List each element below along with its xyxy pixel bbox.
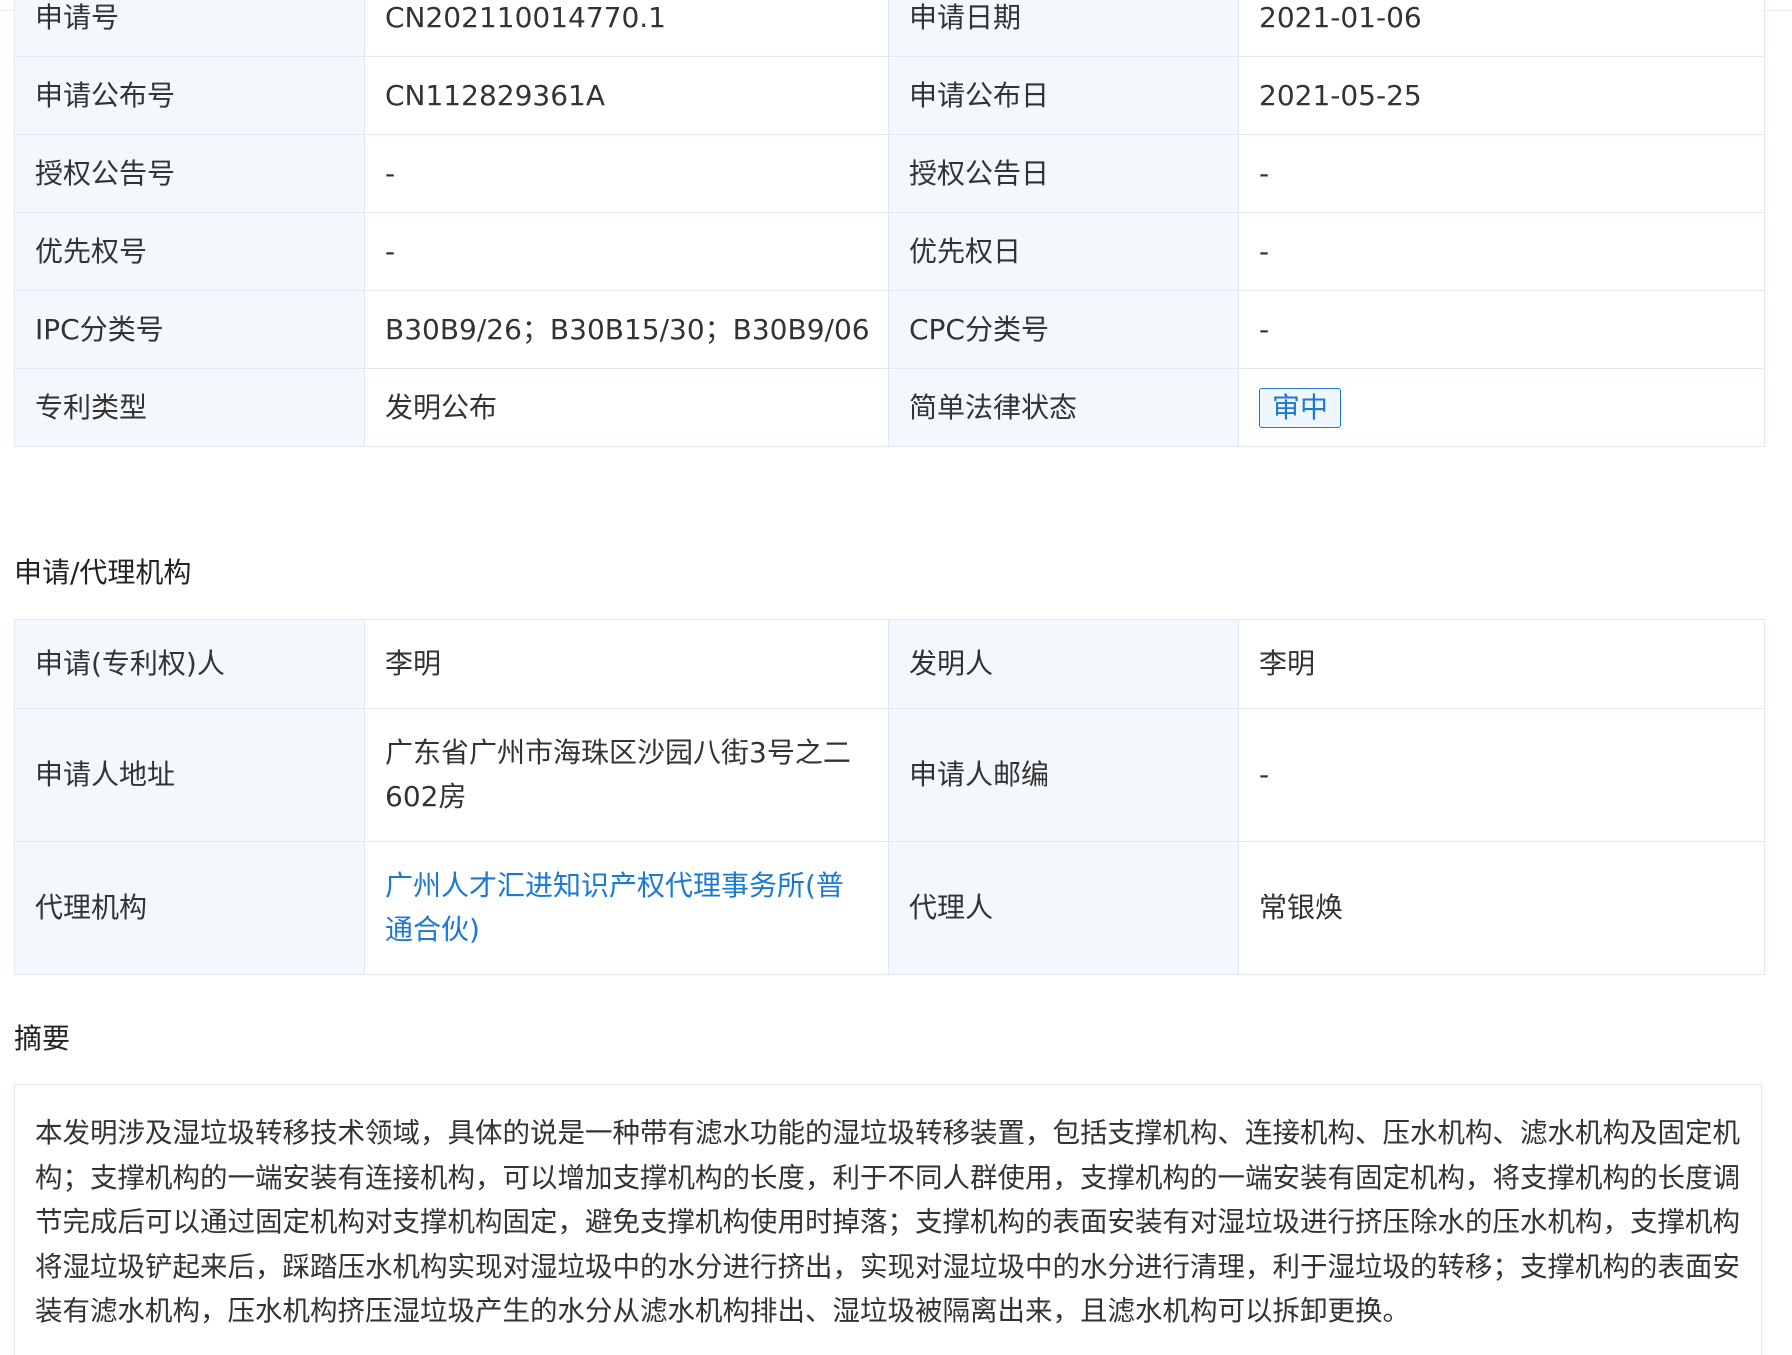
label-applicant: 申请(专利权)人 xyxy=(14,619,365,709)
value-applicant-postcode: - xyxy=(1238,708,1765,842)
value-publication-date: 2021-05-25 xyxy=(1238,56,1765,135)
label-publication-date: 申请公布日 xyxy=(888,56,1239,135)
value-priority-number: - xyxy=(364,212,889,291)
value-agency-cell: 广州人才汇进知识产权代理事务所(普通合伙) xyxy=(364,841,889,975)
value-applicant: 李明 xyxy=(364,619,889,709)
value-publication-number: CN112829361A xyxy=(364,56,889,135)
value-cpc: - xyxy=(1238,290,1765,369)
label-publication-number: 申请公布号 xyxy=(14,56,365,135)
value-grant-date: - xyxy=(1238,134,1765,213)
table-row: 申请(专利权)人 李明 发明人 李明 xyxy=(14,619,1765,709)
table-row: 代理机构 广州人才汇进知识产权代理事务所(普通合伙) 代理人 常银焕 xyxy=(14,841,1765,975)
value-priority-date: - xyxy=(1238,212,1765,291)
table-row: 授权公告号 - 授权公告日 - xyxy=(14,134,1765,213)
table-row: 专利类型 发明公布 简单法律状态 审中 xyxy=(14,368,1765,447)
label-priority-date: 优先权日 xyxy=(888,212,1239,291)
value-legal-status: 审中 xyxy=(1238,368,1765,447)
label-agency: 代理机构 xyxy=(14,841,365,975)
label-priority-number: 优先权号 xyxy=(14,212,365,291)
table-row: IPC分类号 B30B9/26；B30B15/30；B30B9/06 CPC分类… xyxy=(14,290,1765,369)
value-application-number: CN202110014770.1 xyxy=(364,0,889,57)
label-grant-date: 授权公告日 xyxy=(888,134,1239,213)
value-application-date: 2021-01-06 xyxy=(1238,0,1765,57)
label-application-date: 申请日期 xyxy=(888,0,1239,57)
label-application-number: 申请号 xyxy=(14,0,365,57)
label-applicant-address: 申请人地址 xyxy=(14,708,365,842)
value-agent: 常银焕 xyxy=(1238,841,1765,975)
abstract-section-title: 摘要 xyxy=(14,1022,71,1055)
table-row: 申请公布号 CN112829361A 申请公布日 2021-05-25 xyxy=(14,56,1765,135)
value-inventor: 李明 xyxy=(1238,619,1765,709)
table-row: 优先权号 - 优先权日 - xyxy=(14,212,1765,291)
basic-info-table: 申请号 CN202110014770.1 申请日期 2021-01-06 申请公… xyxy=(14,0,1765,447)
label-legal-status: 简单法律状态 xyxy=(888,368,1239,447)
value-patent-type: 发明公布 xyxy=(364,368,889,447)
label-grant-number: 授权公告号 xyxy=(14,134,365,213)
table-row: 申请人地址 广东省广州市海珠区沙园八街3号之二602房 申请人邮编 - xyxy=(14,708,1765,842)
table-row: 申请号 CN202110014770.1 申请日期 2021-01-06 xyxy=(14,0,1765,57)
value-applicant-address: 广东省广州市海珠区沙园八街3号之二602房 xyxy=(364,708,889,842)
label-cpc: CPC分类号 xyxy=(888,290,1239,369)
label-agent: 代理人 xyxy=(888,841,1239,975)
agency-table: 申请(专利权)人 李明 发明人 李明 申请人地址 广东省广州市海珠区沙园八街3号… xyxy=(14,619,1765,975)
legal-status-badge: 审中 xyxy=(1259,387,1342,428)
label-applicant-postcode: 申请人邮编 xyxy=(888,708,1239,842)
label-patent-type: 专利类型 xyxy=(14,368,365,447)
agency-section-title: 申请/代理机构 xyxy=(14,556,192,589)
value-grant-number: - xyxy=(364,134,889,213)
label-ipc: IPC分类号 xyxy=(14,290,365,369)
agency-link[interactable]: 广州人才汇进知识产权代理事务所(普通合伙) xyxy=(385,869,844,946)
abstract-text: 本发明涉及湿垃圾转移技术领域，具体的说是一种带有滤水功能的湿垃圾转移装置，包括支… xyxy=(14,1084,1762,1355)
value-ipc: B30B9/26；B30B15/30；B30B9/06 xyxy=(364,290,889,369)
label-inventor: 发明人 xyxy=(888,619,1239,709)
